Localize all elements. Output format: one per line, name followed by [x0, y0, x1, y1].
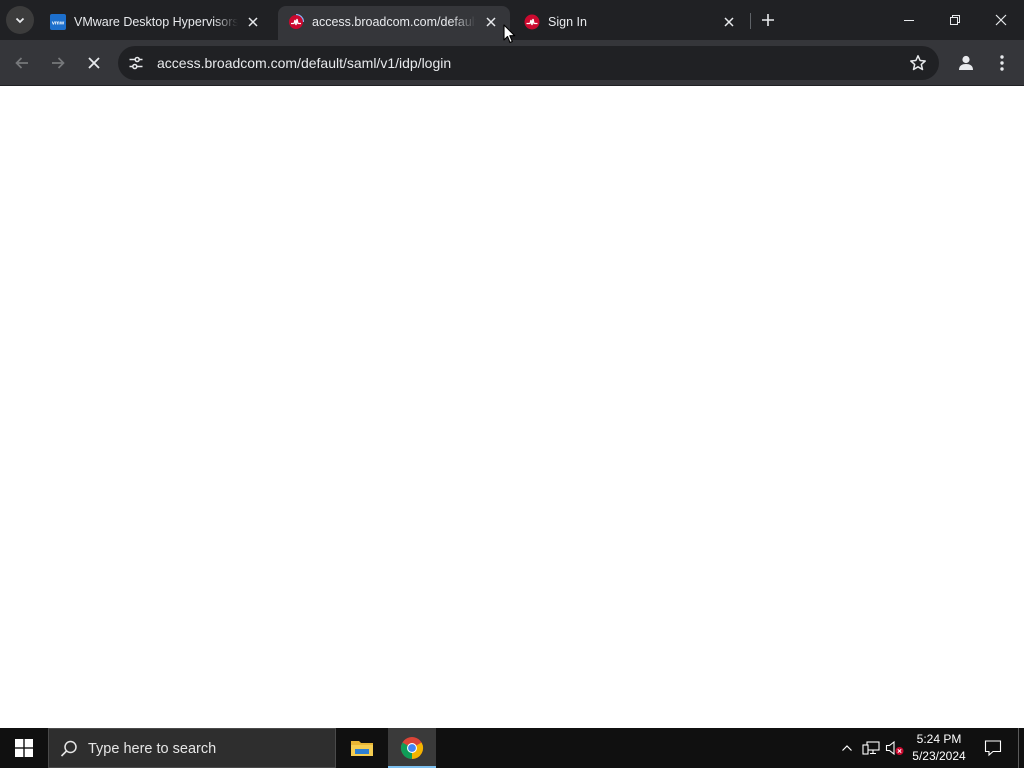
close-tab-icon[interactable]: [482, 13, 500, 31]
clock-date: 5/23/2024: [912, 749, 966, 763]
close-icon: [88, 57, 100, 69]
restore-icon: [950, 15, 960, 25]
network-button[interactable]: [861, 738, 881, 758]
site-info-button[interactable]: [125, 52, 147, 74]
windows-taskbar: Type here to search 5:24 PM 5/23/2024: [0, 728, 1024, 768]
tab-search-button[interactable]: [6, 6, 34, 34]
show-desktop-button[interactable]: [1018, 728, 1019, 768]
chevron-down-icon: [15, 17, 25, 24]
mouse-cursor-icon: [503, 24, 516, 44]
volume-muted-icon: [885, 740, 904, 756]
search-placeholder: Type here to search: [88, 741, 217, 757]
clock-time: 5:24 PM: [916, 732, 962, 746]
show-hidden-icons-button[interactable]: [837, 738, 857, 758]
person-icon: [959, 55, 973, 70]
arrow-right-icon: [52, 57, 65, 69]
forward-button[interactable]: [44, 49, 72, 77]
action-center-button[interactable]: [978, 728, 1008, 768]
menu-button[interactable]: [988, 49, 1016, 77]
chrome-taskbar-button[interactable]: [388, 728, 436, 768]
close-window-button[interactable]: [978, 0, 1024, 40]
new-tab-button[interactable]: [756, 8, 780, 32]
close-tab-icon[interactable]: [720, 13, 738, 31]
stop-loading-button[interactable]: [80, 49, 108, 77]
tab-separator: [750, 13, 751, 29]
tab-broadcom-login[interactable]: access.broadcom.com/default/s: [278, 6, 510, 40]
minimize-button[interactable]: [886, 0, 932, 40]
arrow-left-icon: [15, 57, 28, 69]
chrome-icon: [400, 737, 424, 759]
volume-button[interactable]: [885, 738, 905, 758]
restore-button[interactable]: [932, 0, 978, 40]
tab-title: VMware Desktop Hypervisors fo: [74, 15, 238, 29]
tab-sign-in[interactable]: Sign In: [514, 6, 748, 40]
page-viewport: [0, 87, 1024, 728]
bookmark-star-icon[interactable]: [907, 52, 929, 74]
taskbar-clock[interactable]: 5:24 PM 5/23/2024: [906, 731, 972, 765]
tab-title: access.broadcom.com/default/s: [312, 15, 476, 29]
close-tab-icon[interactable]: [244, 13, 262, 31]
close-icon: [995, 14, 1007, 26]
chevron-up-icon: [842, 745, 852, 751]
taskbar-search-box[interactable]: Type here to search: [48, 728, 336, 768]
start-button[interactable]: [0, 728, 48, 768]
file-explorer-icon: [351, 741, 373, 756]
svg-text:vmw: vmw: [52, 21, 65, 27]
url-text[interactable]: access.broadcom.com/default/saml/v1/idp/…: [157, 55, 451, 71]
search-icon: [60, 740, 77, 757]
back-button[interactable]: [8, 49, 36, 77]
file-explorer-button[interactable]: [338, 728, 386, 768]
vmware-icon: vmw: [50, 14, 66, 30]
profile-button[interactable]: [952, 49, 980, 77]
tab-title: Sign In: [548, 15, 587, 29]
tab-vmware[interactable]: vmw VMware Desktop Hypervisors fo: [40, 6, 272, 40]
tune-icon: [129, 56, 143, 70]
broadcom-loading-icon: [288, 14, 304, 30]
notification-icon: [984, 740, 1002, 757]
address-bar[interactable]: access.broadcom.com/default/saml/v1/idp/…: [118, 46, 939, 80]
network-icon: [862, 741, 880, 755]
windows-logo-icon: [15, 739, 33, 757]
minimize-icon: [904, 20, 914, 21]
broadcom-icon: [524, 14, 540, 30]
plus-icon: [762, 14, 774, 26]
browser-toolbar: access.broadcom.com/default/saml/v1/idp/…: [0, 40, 1024, 86]
more-vertical-icon: [1000, 55, 1004, 71]
